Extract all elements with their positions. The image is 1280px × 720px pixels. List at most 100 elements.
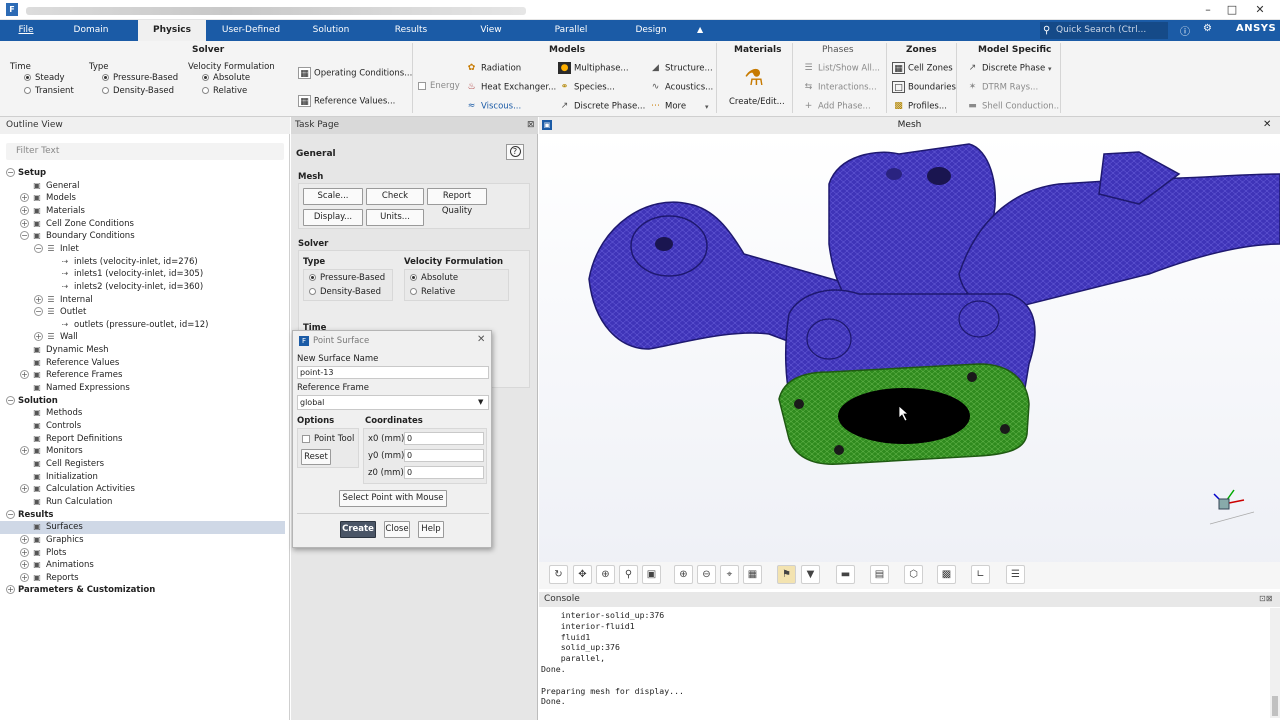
tree-item[interactable]: + ▣ Cell Zone Conditions	[0, 218, 285, 231]
collapse-icon[interactable]: −	[6, 168, 15, 177]
menu-parallel[interactable]: Parallel	[538, 20, 604, 41]
settings-icon[interactable]: ⚙	[1203, 23, 1212, 34]
close-window-button[interactable]: ✕	[1249, 2, 1271, 18]
tree-item[interactable]: ▣ Reference Values	[0, 357, 285, 370]
console-window-controls-icon[interactable]: ⊡⊠	[1259, 594, 1272, 603]
collapse-icon[interactable]: −	[34, 307, 43, 317]
tree-item[interactable]: + ☰ Internal	[0, 294, 285, 307]
add-phase-button[interactable]: + Add Phase...	[802, 100, 871, 112]
materials-flask-icon[interactable]: ⚗	[740, 65, 768, 93]
profiles-button[interactable]: ▩ Profiles...	[892, 100, 947, 112]
fit-to-window-icon[interactable]: ⌖	[720, 565, 739, 584]
check-button[interactable]: Check	[366, 188, 424, 205]
filter-text-input[interactable]: Filter Text	[6, 143, 284, 160]
create-button[interactable]: Create	[340, 521, 376, 538]
isometric-view-icon[interactable]: ⬡	[904, 565, 923, 584]
select-icon[interactable]: ⚑	[777, 565, 796, 584]
plot-icon[interactable]: ∟	[971, 565, 990, 584]
expand-icon[interactable]: +	[20, 446, 29, 456]
expand-icon[interactable]: +	[20, 572, 29, 582]
expand-icon[interactable]: +	[20, 484, 29, 494]
close-task-page-icon[interactable]: ⊠	[527, 120, 535, 130]
tree-item[interactable]: ▣ Dynamic Mesh	[0, 344, 285, 357]
viscous-button[interactable]: ≈ Viscous...	[465, 100, 522, 112]
energy-checkbox[interactable]: Energy	[418, 81, 460, 91]
expand-icon[interactable]: +	[20, 534, 29, 544]
notes-icon[interactable]: ☰	[1006, 565, 1025, 584]
pan-icon[interactable]: ✥	[573, 565, 592, 584]
y0-input[interactable]: 0	[404, 449, 484, 462]
units-button[interactable]: Units...	[366, 209, 424, 226]
views-icon[interactable]: ▤	[870, 565, 889, 584]
reference-frame-select[interactable]: global ▼	[297, 395, 489, 410]
tree-item[interactable]: − ▣ Boundary Conditions	[0, 230, 285, 243]
quick-search-input[interactable]: ⚲ Quick Search (Ctrl...	[1040, 22, 1168, 39]
collapse-icon[interactable]: −	[6, 509, 15, 519]
x0-input[interactable]: 0	[404, 432, 484, 445]
tree-item[interactable]: + ▣ Materials	[0, 205, 285, 218]
radio-pressure-based[interactable]: Pressure-Based	[102, 73, 178, 83]
tree-item[interactable]: ▣ Controls	[0, 420, 285, 433]
tree-item[interactable]: ▣ Initialization	[0, 471, 285, 484]
reference-values-button[interactable]: ▦ Reference Values...	[298, 95, 395, 107]
zoom-out-icon[interactable]: ⊖	[697, 565, 716, 584]
structure-button[interactable]: ◢ Structure...	[649, 62, 713, 74]
maximize-button[interactable]: □	[1221, 2, 1243, 18]
radio-absolute[interactable]: Absolute	[202, 73, 250, 83]
radio-density-based[interactable]: Density-Based	[102, 86, 174, 96]
expand-icon[interactable]: +	[20, 560, 29, 570]
menu-user-defined[interactable]: User-Defined	[214, 20, 288, 41]
tree-item[interactable]: − ☰ Inlet	[0, 243, 285, 256]
tree-item[interactable]: + Parameters & Customization	[0, 584, 285, 597]
tree-item[interactable]: + ▣ Reference Frames	[0, 369, 285, 382]
tree-item[interactable]: + ▣ Monitors	[0, 445, 285, 458]
expand-icon[interactable]: +	[20, 205, 29, 215]
graphics-panel[interactable]: Mesh ▣ ✕	[539, 117, 1280, 590]
select-point-with-mouse-button[interactable]: Select Point with Mouse	[339, 490, 447, 507]
discrete-phase-dropdown-icon[interactable]: ▾	[1048, 65, 1052, 73]
expand-icon[interactable]: +	[6, 585, 15, 595]
menu-physics[interactable]: Physics	[138, 20, 206, 41]
report-quality-button[interactable]: Report Quality	[427, 188, 487, 216]
tree-item[interactable]: ▣ Methods	[0, 407, 285, 420]
tree-item[interactable]: + ▣ Plots	[0, 547, 285, 560]
expand-icon[interactable]: +	[20, 370, 29, 380]
menu-domain[interactable]: Domain	[58, 20, 124, 41]
discrete-phase-specific-button[interactable]: ↗ Discrete Phase	[966, 62, 1045, 74]
expand-icon[interactable]: +	[34, 332, 43, 342]
help-icon[interactable]: ⓘ	[1180, 23, 1190, 38]
z0-input[interactable]: 0	[404, 466, 484, 479]
point-tool-checkbox[interactable]: Point Tool	[302, 434, 354, 444]
tree-item[interactable]: ⇢ inlets (velocity-inlet, id=276)	[0, 256, 285, 269]
tree-item[interactable]: + ☰ Wall	[0, 331, 285, 344]
shell-conduction-button[interactable]: ▬ Shell Conduction...	[966, 100, 1062, 112]
discrete-phase-button[interactable]: ↗ Discrete Phase...	[558, 100, 646, 112]
expand-icon[interactable]: +	[20, 547, 29, 557]
tree-item[interactable]: + ▣ Models	[0, 192, 285, 205]
tree-item[interactable]: + ▣ Graphics	[0, 534, 285, 547]
radio-steady[interactable]: Steady	[24, 73, 65, 83]
task-radio-pressure-based[interactable]: Pressure-Based	[309, 273, 385, 283]
tree-item[interactable]: + ▣ Animations	[0, 559, 285, 572]
menu-file[interactable]: File	[6, 20, 46, 41]
expand-icon[interactable]: +	[20, 218, 29, 228]
more-button[interactable]: ⋯ More	[649, 100, 686, 112]
operating-conditions-button[interactable]: ▦ Operating Conditions...	[298, 67, 412, 79]
minimize-button[interactable]: –	[1197, 2, 1219, 18]
orthographic-icon[interactable]: ▦	[743, 565, 762, 584]
menu-view[interactable]: View	[458, 20, 524, 41]
tree-item[interactable]: − ☰ Outlet	[0, 306, 285, 319]
scale-button[interactable]: Scale...	[303, 188, 363, 205]
zoom-in-out-icon[interactable]: ⊕	[596, 565, 615, 584]
phase-interactions-button[interactable]: ⇆ Interactions...	[802, 81, 877, 93]
probe-icon[interactable]: ▼	[801, 565, 820, 584]
console-scrollbar[interactable]	[1270, 608, 1280, 718]
close-button[interactable]: Close	[384, 521, 410, 538]
dtrm-rays-button[interactable]: ✶ DTRM Rays...	[966, 81, 1038, 93]
display-button[interactable]: Display...	[303, 209, 363, 226]
heat-exchanger-button[interactable]: ♨ Heat Exchanger...	[465, 81, 556, 93]
tree-item[interactable]: + ▣ Reports	[0, 572, 285, 585]
close-graphics-button[interactable]: ✕	[1263, 119, 1271, 130]
collapse-icon[interactable]: −	[34, 243, 43, 253]
tree-item[interactable]: ▣ Report Definitions	[0, 433, 285, 446]
